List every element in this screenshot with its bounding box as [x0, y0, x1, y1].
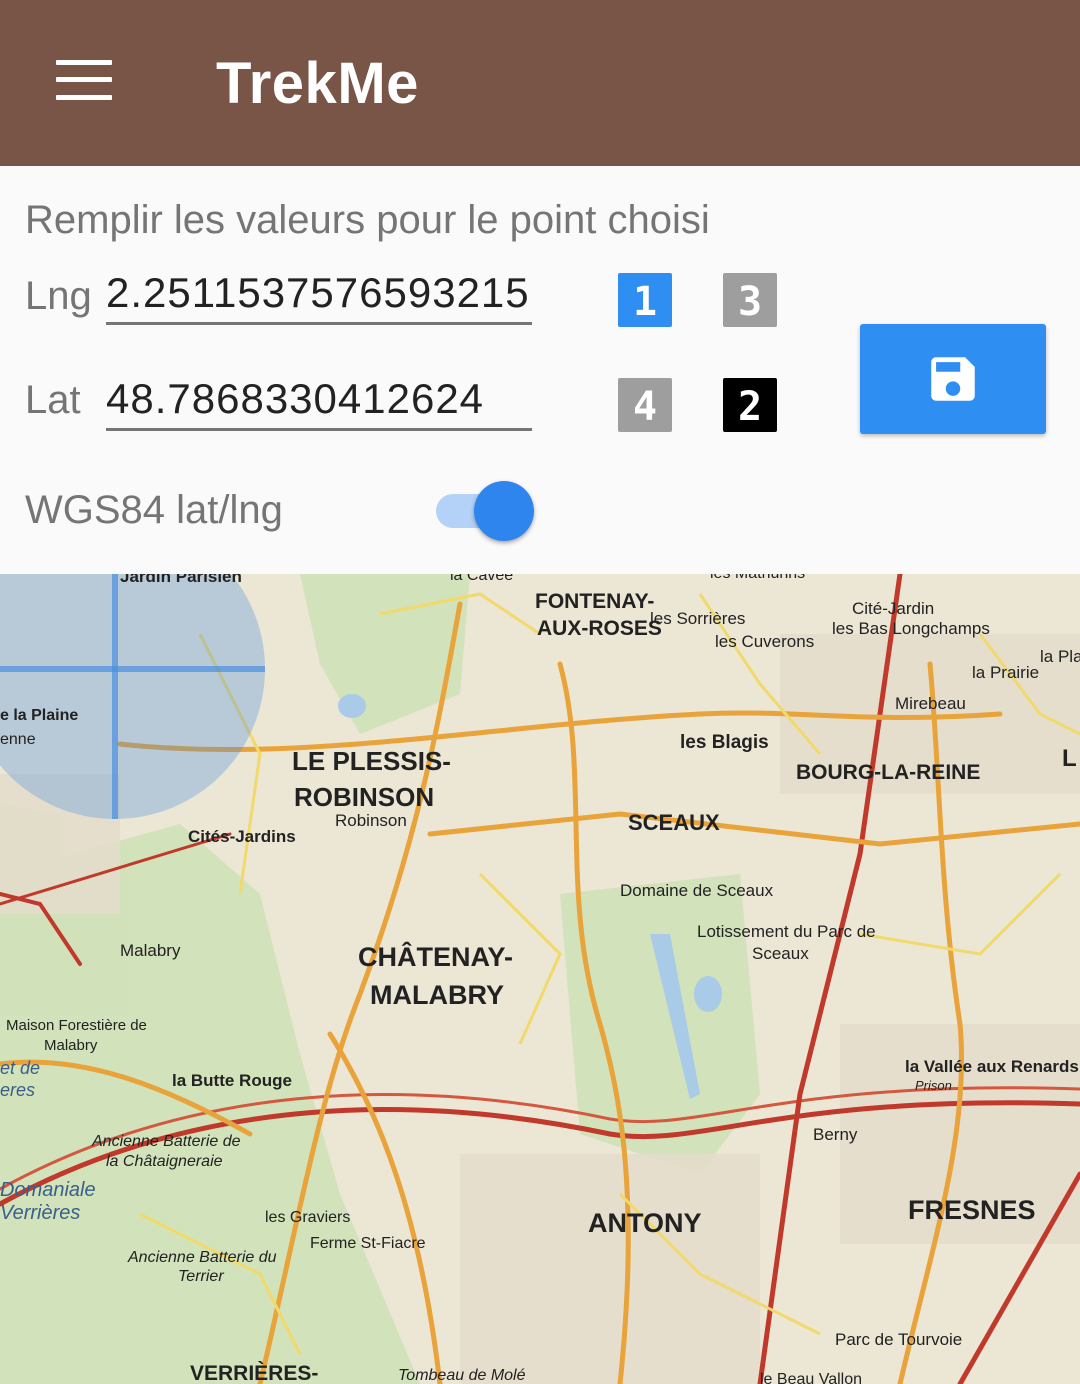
label-eres: eres	[0, 1080, 35, 1100]
label-enne: enne	[0, 731, 36, 748]
label-domaine-sceaux: Domaine de Sceaux	[620, 881, 774, 900]
label-terrier: Terrier	[178, 1268, 224, 1285]
label-berny: Berny	[813, 1125, 858, 1144]
label-chatenay: CHÂTENAY-	[358, 941, 513, 972]
calibration-1-label: 1	[633, 279, 657, 325]
map-view[interactable]: Jardin Parisien la Cavée les Mathurins F…	[0, 574, 1080, 1384]
label-beau-vallon: le Beau Vallon	[760, 1371, 862, 1384]
label-la-pla: la Pla	[1040, 647, 1080, 666]
label-la-plaine: e la Plaine	[0, 707, 78, 724]
calibration-panel: Remplir les valeurs pour le point choisi…	[0, 166, 1080, 574]
label-cites-jardins: Cités-Jardins	[188, 827, 296, 846]
label-les-mathurins: les Mathurins	[710, 574, 805, 582]
label-jardin-parisien: Jardin Parisien	[120, 574, 242, 586]
label-la-butte-rouge: la Butte Rouge	[172, 1071, 292, 1090]
label-la-cavee: la Cavée	[450, 574, 513, 584]
label-ancienne-batterie: Ancienne Batterie de	[91, 1133, 241, 1150]
app-bar: TrekMe	[0, 0, 1080, 166]
calibration-point-4-button[interactable]: 4	[618, 378, 672, 432]
label-l-partial: L	[1062, 745, 1077, 772]
calibration-4-label: 4	[633, 384, 657, 430]
label-bas-longchamps: les Bas Longchamps	[832, 619, 990, 638]
label-les-graviers: les Graviers	[265, 1209, 350, 1226]
lat-label: Lat	[25, 378, 81, 422]
label-plessis: LE PLESSIS-	[292, 746, 451, 776]
label-sceaux-small: Sceaux	[752, 944, 809, 963]
calibration-point-2-button[interactable]: 2	[723, 378, 777, 432]
label-aux-roses: AUX-ROSES	[537, 617, 662, 640]
label-domaniale: Domaniale	[0, 1179, 96, 1201]
label-prison: Prison	[915, 1078, 952, 1093]
label-fresnes: FRESNES	[908, 1195, 1036, 1225]
app-title: TrekMe	[216, 51, 419, 116]
label-malabry: Malabry	[120, 941, 181, 960]
instruction-text: Remplir les valeurs pour le point choisi	[25, 198, 710, 242]
lng-input[interactable]	[106, 264, 532, 325]
menu-icon[interactable]	[56, 60, 114, 104]
label-ferme-st-fiacre: Ferme St-Fiacre	[310, 1235, 426, 1252]
label-verrieres-big: VERRIÈRES-	[190, 1362, 318, 1384]
calibration-2-icon: 2	[723, 378, 777, 432]
label-malabry-small: Malabry	[44, 1037, 98, 1054]
calibration-2-label: 2	[738, 384, 762, 430]
label-et-de: et de	[0, 1058, 40, 1078]
toggle-thumb	[474, 481, 534, 541]
label-ancienne-batterie-du: Ancienne Batterie du	[127, 1249, 277, 1266]
label-malabry-big: MALABRY	[370, 980, 504, 1010]
label-fontenay: FONTENAY-	[535, 590, 654, 613]
calibration-point-3-button[interactable]: 3	[723, 273, 777, 327]
label-cuverons: les Cuverons	[715, 632, 814, 651]
wgs84-toggle[interactable]	[436, 478, 536, 542]
lat-input[interactable]	[106, 370, 532, 431]
topo-map[interactable]: Jardin Parisien la Cavée les Mathurins F…	[0, 574, 1080, 1384]
label-lotissement: Lotissement du Parc de	[697, 922, 876, 941]
label-bourg-la-reine: BOURG-LA-REINE	[796, 761, 980, 784]
lng-label: Lng	[25, 274, 92, 318]
label-vallee-renards: la Vallée aux Renards	[905, 1057, 1079, 1076]
label-cite-jardin: Cité-Jardin	[852, 599, 934, 618]
calibration-4-icon: 4	[618, 378, 672, 432]
label-mirebeau: Mirebeau	[895, 694, 966, 713]
wgs84-label: WGS84 lat/lng	[25, 488, 283, 532]
label-robinson-small: Robinson	[335, 811, 407, 830]
label-parc-tourvoie: Parc de Tourvoie	[835, 1330, 962, 1349]
save-icon	[931, 357, 975, 401]
label-sceaux: SCEAUX	[628, 810, 720, 835]
label-sorrieres: les Sorrières	[650, 609, 745, 628]
label-antony: ANTONY	[588, 1208, 702, 1238]
label-chataigneraie: la Châtaigneraie	[106, 1153, 223, 1170]
calibration-point-1-button[interactable]: 1	[618, 273, 672, 327]
label-tombeau: Tombeau de Molé	[398, 1367, 526, 1384]
save-button[interactable]	[860, 324, 1046, 434]
label-verrieres-small: Verrières	[0, 1202, 80, 1224]
calibration-3-icon: 3	[723, 273, 777, 327]
label-les-blagis: les Blagis	[680, 732, 769, 753]
label-maison-forestiere: Maison Forestière de	[6, 1017, 147, 1034]
calibration-1-icon: 1	[618, 273, 672, 327]
calibration-3-label: 3	[738, 279, 762, 325]
label-la-prairie: la Prairie	[972, 663, 1039, 682]
label-robinson: ROBINSON	[294, 782, 434, 812]
